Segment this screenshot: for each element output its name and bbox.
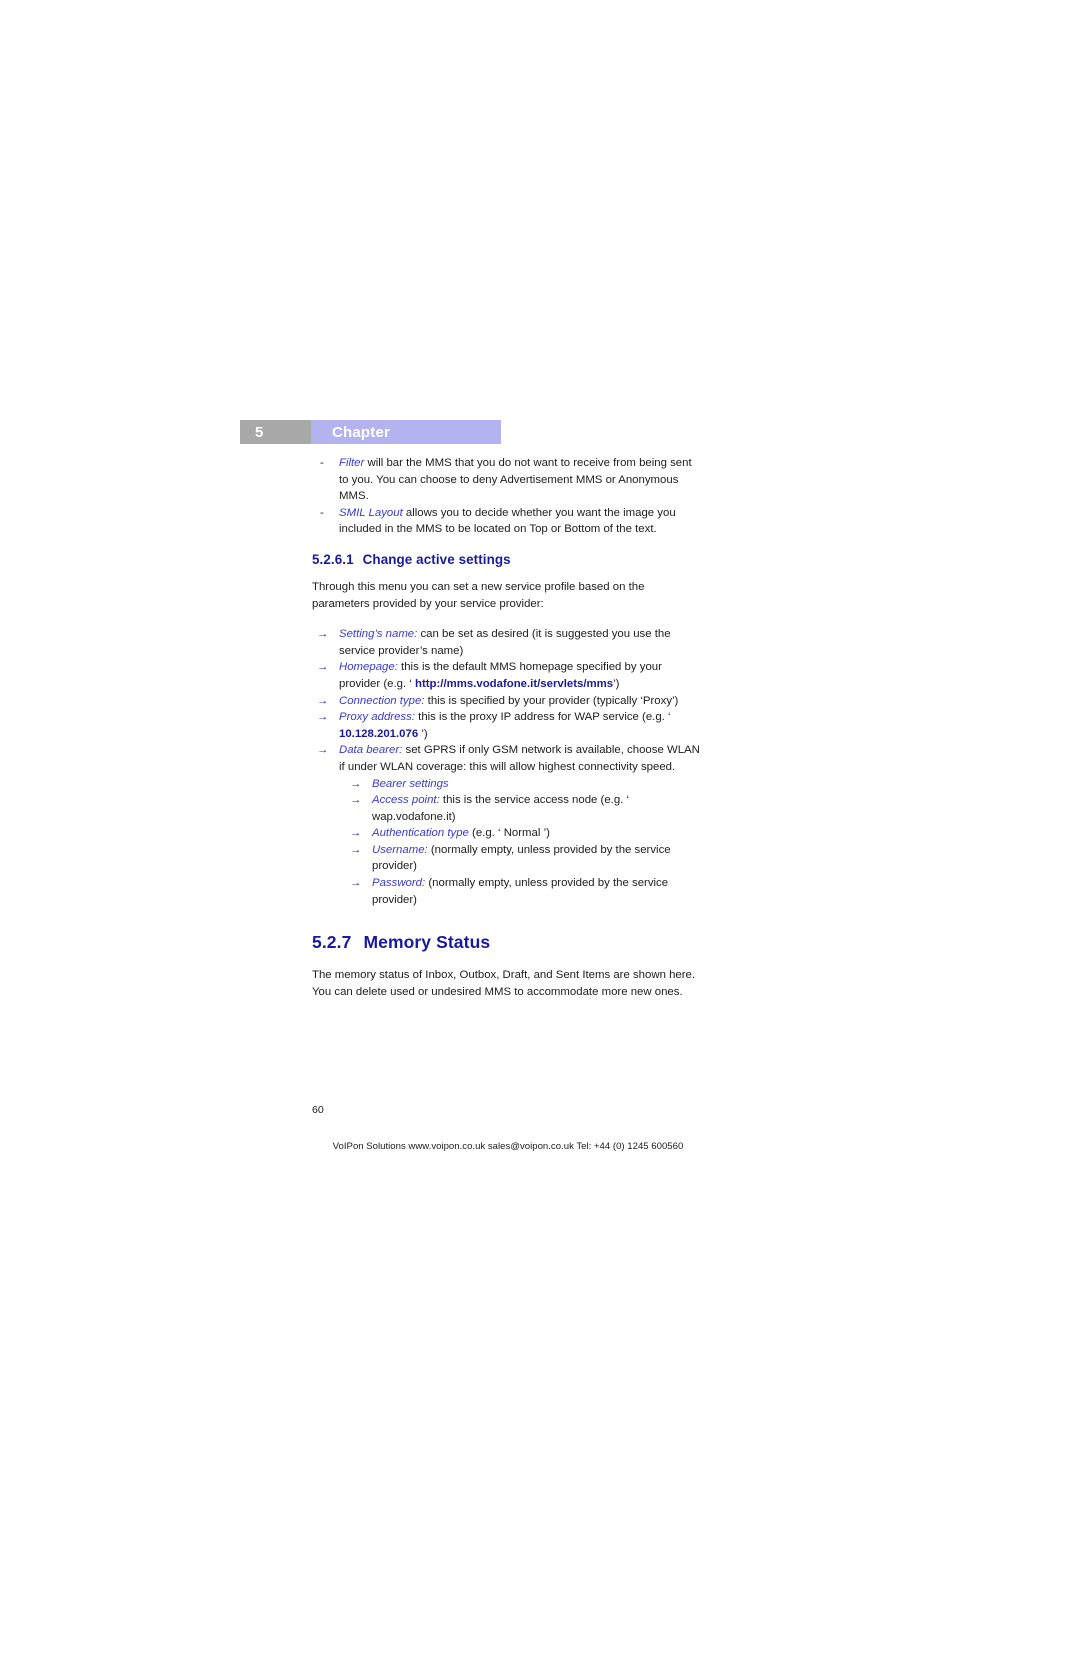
bullet-term: Data bearer:: [339, 744, 403, 757]
dash-marker: -: [320, 506, 324, 519]
section-body-paragraph: The memory status of Inbox, Outbox, Draf…: [312, 969, 696, 998]
list-item: → Data bearer: set GPRS if only GSM netwo…: [312, 742, 704, 775]
arrow-icon: →: [317, 661, 329, 674]
arrow-icon: →: [350, 843, 362, 856]
footer-text: VoIPon Solutions www.voipon.co.uk sales@…: [332, 1141, 684, 1152]
bullet-term: Connection type:: [339, 694, 425, 707]
bullet-term: SMIL Layout: [339, 506, 403, 519]
list-item: → Homepage: this is the default MMS homep…: [312, 659, 704, 692]
bullet-text-tail: ’): [613, 677, 620, 690]
homepage-url: http://mms.vodafone.it/servlets/mms: [414, 677, 614, 690]
bullet-term: Homepage:: [339, 661, 398, 674]
bullet-text: will bar the MMS that you do not want to…: [339, 457, 692, 503]
section-title: Memory Status: [363, 932, 491, 953]
subsection-title: Change active settings: [362, 551, 511, 567]
list-item: → Authentication type (e.g. ‘ Normal ’): [312, 825, 704, 842]
bullet-text: this is specified by your provider (typi…: [424, 694, 679, 707]
arrow-icon: →: [350, 877, 362, 890]
bullet-text: this is the proxy IP address for WAP ser…: [414, 711, 671, 724]
subsection-heading: 5.2.6.1 Change active settings: [312, 552, 704, 567]
list-item: → Connection type: this is specified by y…: [312, 693, 704, 710]
subsection-intro-paragraph: Through this menu you can set a new serv…: [312, 580, 645, 610]
settings-bullet-list: → Setting’s name: can be set as desired (…: [312, 626, 704, 908]
arrow-icon: →: [350, 777, 362, 790]
list-item: - Filter will bar the MMS that you do not…: [312, 455, 704, 505]
proxy-ip-address: 10.128.201.076: [339, 727, 419, 740]
bullet-term: Username:: [372, 843, 428, 856]
list-item: → Bearer settings: [312, 776, 704, 793]
bullet-term: Proxy address:: [339, 711, 415, 724]
chapter-label: Chapter: [311, 420, 501, 444]
arrow-icon: →: [317, 711, 329, 724]
arrow-icon: →: [350, 794, 362, 807]
section-number: 5.2.7: [312, 932, 352, 953]
bullet-term: Password:: [372, 877, 426, 890]
subsection-number: 5.2.6.1: [312, 551, 354, 567]
list-item: → Setting’s name: can be set as desired (…: [312, 626, 704, 659]
bullet-term: Filter: [339, 457, 365, 469]
chapter-number: 5: [240, 420, 311, 444]
page-number: 60: [312, 1104, 324, 1116]
bullet-text: (e.g. ‘ Normal ’): [468, 827, 550, 840]
list-item: → Password: (normally empty, unless provi…: [312, 875, 704, 908]
chapter-header: 5 Chapter: [240, 420, 501, 444]
document-page: 5 Chapter - Filter will bar the MMS that …: [0, 0, 1080, 1669]
bullet-term: Bearer settings: [372, 777, 449, 790]
arrow-icon: →: [317, 694, 329, 707]
bullet-text-tail: ’): [418, 727, 428, 740]
list-item: → Username: (normally empty, unless provi…: [312, 842, 704, 875]
list-item: - SMIL Layout allows you to decide whethe…: [312, 505, 704, 538]
intro-bullet-list: - Filter will bar the MMS that you do not…: [312, 455, 704, 538]
section-heading: 5.2.7 Memory Status: [312, 932, 704, 953]
arrow-icon: →: [350, 827, 362, 840]
list-item: → Access point: this is the service acces…: [312, 792, 704, 825]
bullet-term: Authentication type: [372, 827, 469, 840]
bullet-term: Access point:: [372, 794, 440, 807]
page-content: - Filter will bar the MMS that you do not…: [312, 455, 704, 1000]
bullet-term: Setting’s name:: [339, 628, 418, 641]
list-item: → Proxy address: this is the proxy IP add…: [312, 709, 704, 742]
dash-marker: -: [320, 457, 324, 469]
arrow-icon: →: [317, 744, 329, 757]
arrow-icon: →: [317, 628, 329, 641]
